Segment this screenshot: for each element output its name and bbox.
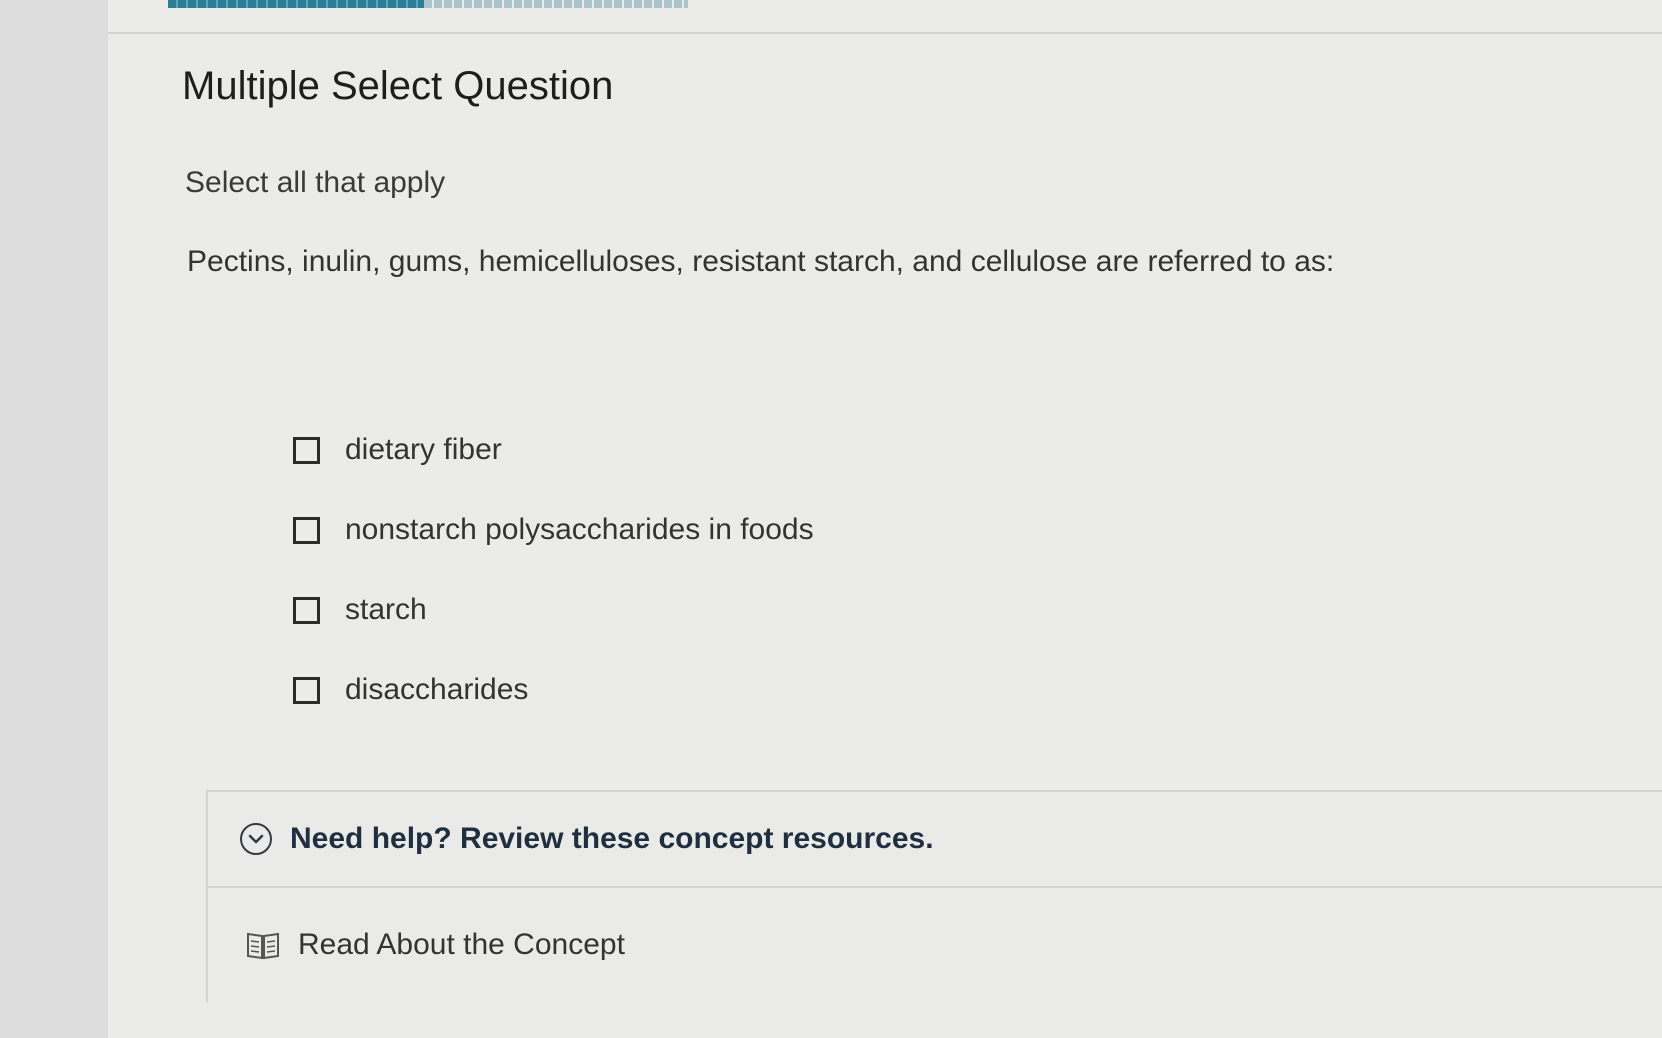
progress-remaining <box>424 0 688 8</box>
progress-bar <box>168 0 688 8</box>
answer-option-label: starch <box>345 593 427 626</box>
answer-checkbox[interactable] <box>293 676 320 704</box>
answer-checkbox[interactable] <box>293 436 320 464</box>
concept-resources-panel: Need help? Review these concept resource… <box>206 790 1662 1002</box>
answer-option-label: dietary fiber <box>345 433 502 466</box>
answer-option[interactable]: nonstarch polysaccharides in foods <box>293 490 814 570</box>
answer-option-label: disaccharides <box>345 673 529 706</box>
question-type-title: Multiple Select Question <box>182 64 614 108</box>
answer-option[interactable]: dietary fiber <box>293 410 814 490</box>
answer-checkbox[interactable] <box>293 596 320 624</box>
divider <box>108 32 1662 34</box>
question-page: Multiple Select Question Select all that… <box>108 0 1662 1038</box>
answer-option[interactable]: starch <box>293 570 814 650</box>
book-icon <box>246 930 280 960</box>
read-about-concept-label: Read About the Concept <box>298 928 625 961</box>
answer-option[interactable]: disaccharides <box>293 650 814 730</box>
instruction-text: Select all that apply <box>185 166 446 199</box>
need-help-label: Need help? Review these concept resource… <box>290 822 934 855</box>
chevron-down-circle-icon <box>240 823 272 855</box>
answer-options: dietary fiber nonstarch polysaccharides … <box>293 410 814 730</box>
answer-option-label: nonstarch polysaccharides in foods <box>345 513 814 546</box>
progress-fill <box>168 0 424 8</box>
answer-checkbox[interactable] <box>293 516 320 544</box>
question-prompt: Pectins, inulin, gums, hemicelluloses, r… <box>187 245 1335 278</box>
need-help-toggle[interactable]: Need help? Review these concept resource… <box>208 792 1662 888</box>
read-about-concept-link[interactable]: Read About the Concept <box>208 890 1662 1000</box>
